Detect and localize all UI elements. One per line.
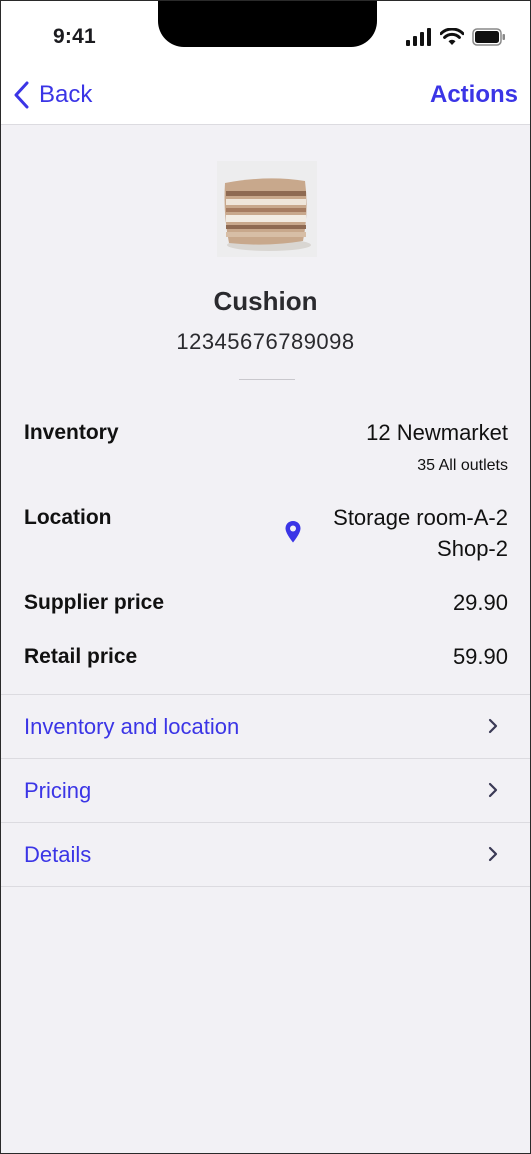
supplier-price-label: Supplier price <box>24 591 165 614</box>
inventory-all-outlets: 35 All outlets <box>417 457 508 474</box>
menu-item-label: Pricing <box>24 778 92 803</box>
location-line-2: Shop-2 <box>437 536 508 561</box>
back-button-label: Back <box>39 81 93 108</box>
chevron-right-icon <box>488 846 498 862</box>
status-bar: 9:41 <box>1 1 530 65</box>
menu-item-label: Details <box>24 842 92 867</box>
product-image <box>217 161 317 257</box>
chevron-right-icon <box>488 718 498 734</box>
chevron-right-icon <box>488 782 498 798</box>
location-line-1: Storage room-A-2 <box>333 505 508 530</box>
wifi-icon <box>440 28 464 45</box>
supplier-price-value: 29.90 <box>452 590 508 615</box>
phone-screen: 9:41 Back Actions Cushion 12345676789098… <box>0 0 531 1154</box>
location-label: Location <box>24 506 112 529</box>
battery-icon <box>472 28 505 46</box>
retail-price-label: Retail price <box>24 645 138 668</box>
actions-button[interactable]: Actions <box>430 81 518 109</box>
navigation-bar: Back Actions <box>1 65 530 125</box>
cellular-signal-icon <box>406 28 431 46</box>
status-icons <box>406 27 506 47</box>
header-divider <box>239 379 295 380</box>
menu-item-details[interactable]: Details <box>1 823 530 887</box>
product-name: Cushion <box>213 286 318 316</box>
location-pin-icon <box>285 521 301 543</box>
menu-item-pricing[interactable]: Pricing <box>1 759 530 823</box>
menu-item-inventory-and-location[interactable]: Inventory and location <box>1 695 530 759</box>
status-time: 9:41 <box>53 25 96 48</box>
product-code: 12345676789098 <box>176 329 355 354</box>
chevron-left-icon <box>14 81 29 109</box>
retail-price-value: 59.90 <box>452 644 508 669</box>
product-menu-list: Inventory and location Pricing Details <box>1 694 530 887</box>
inventory-label: Inventory <box>24 421 119 444</box>
inventory-value: 12 Newmarket <box>366 420 508 445</box>
menu-item-label: Inventory and location <box>24 714 240 739</box>
back-button[interactable]: Back <box>13 79 92 111</box>
device-notch <box>158 1 377 47</box>
